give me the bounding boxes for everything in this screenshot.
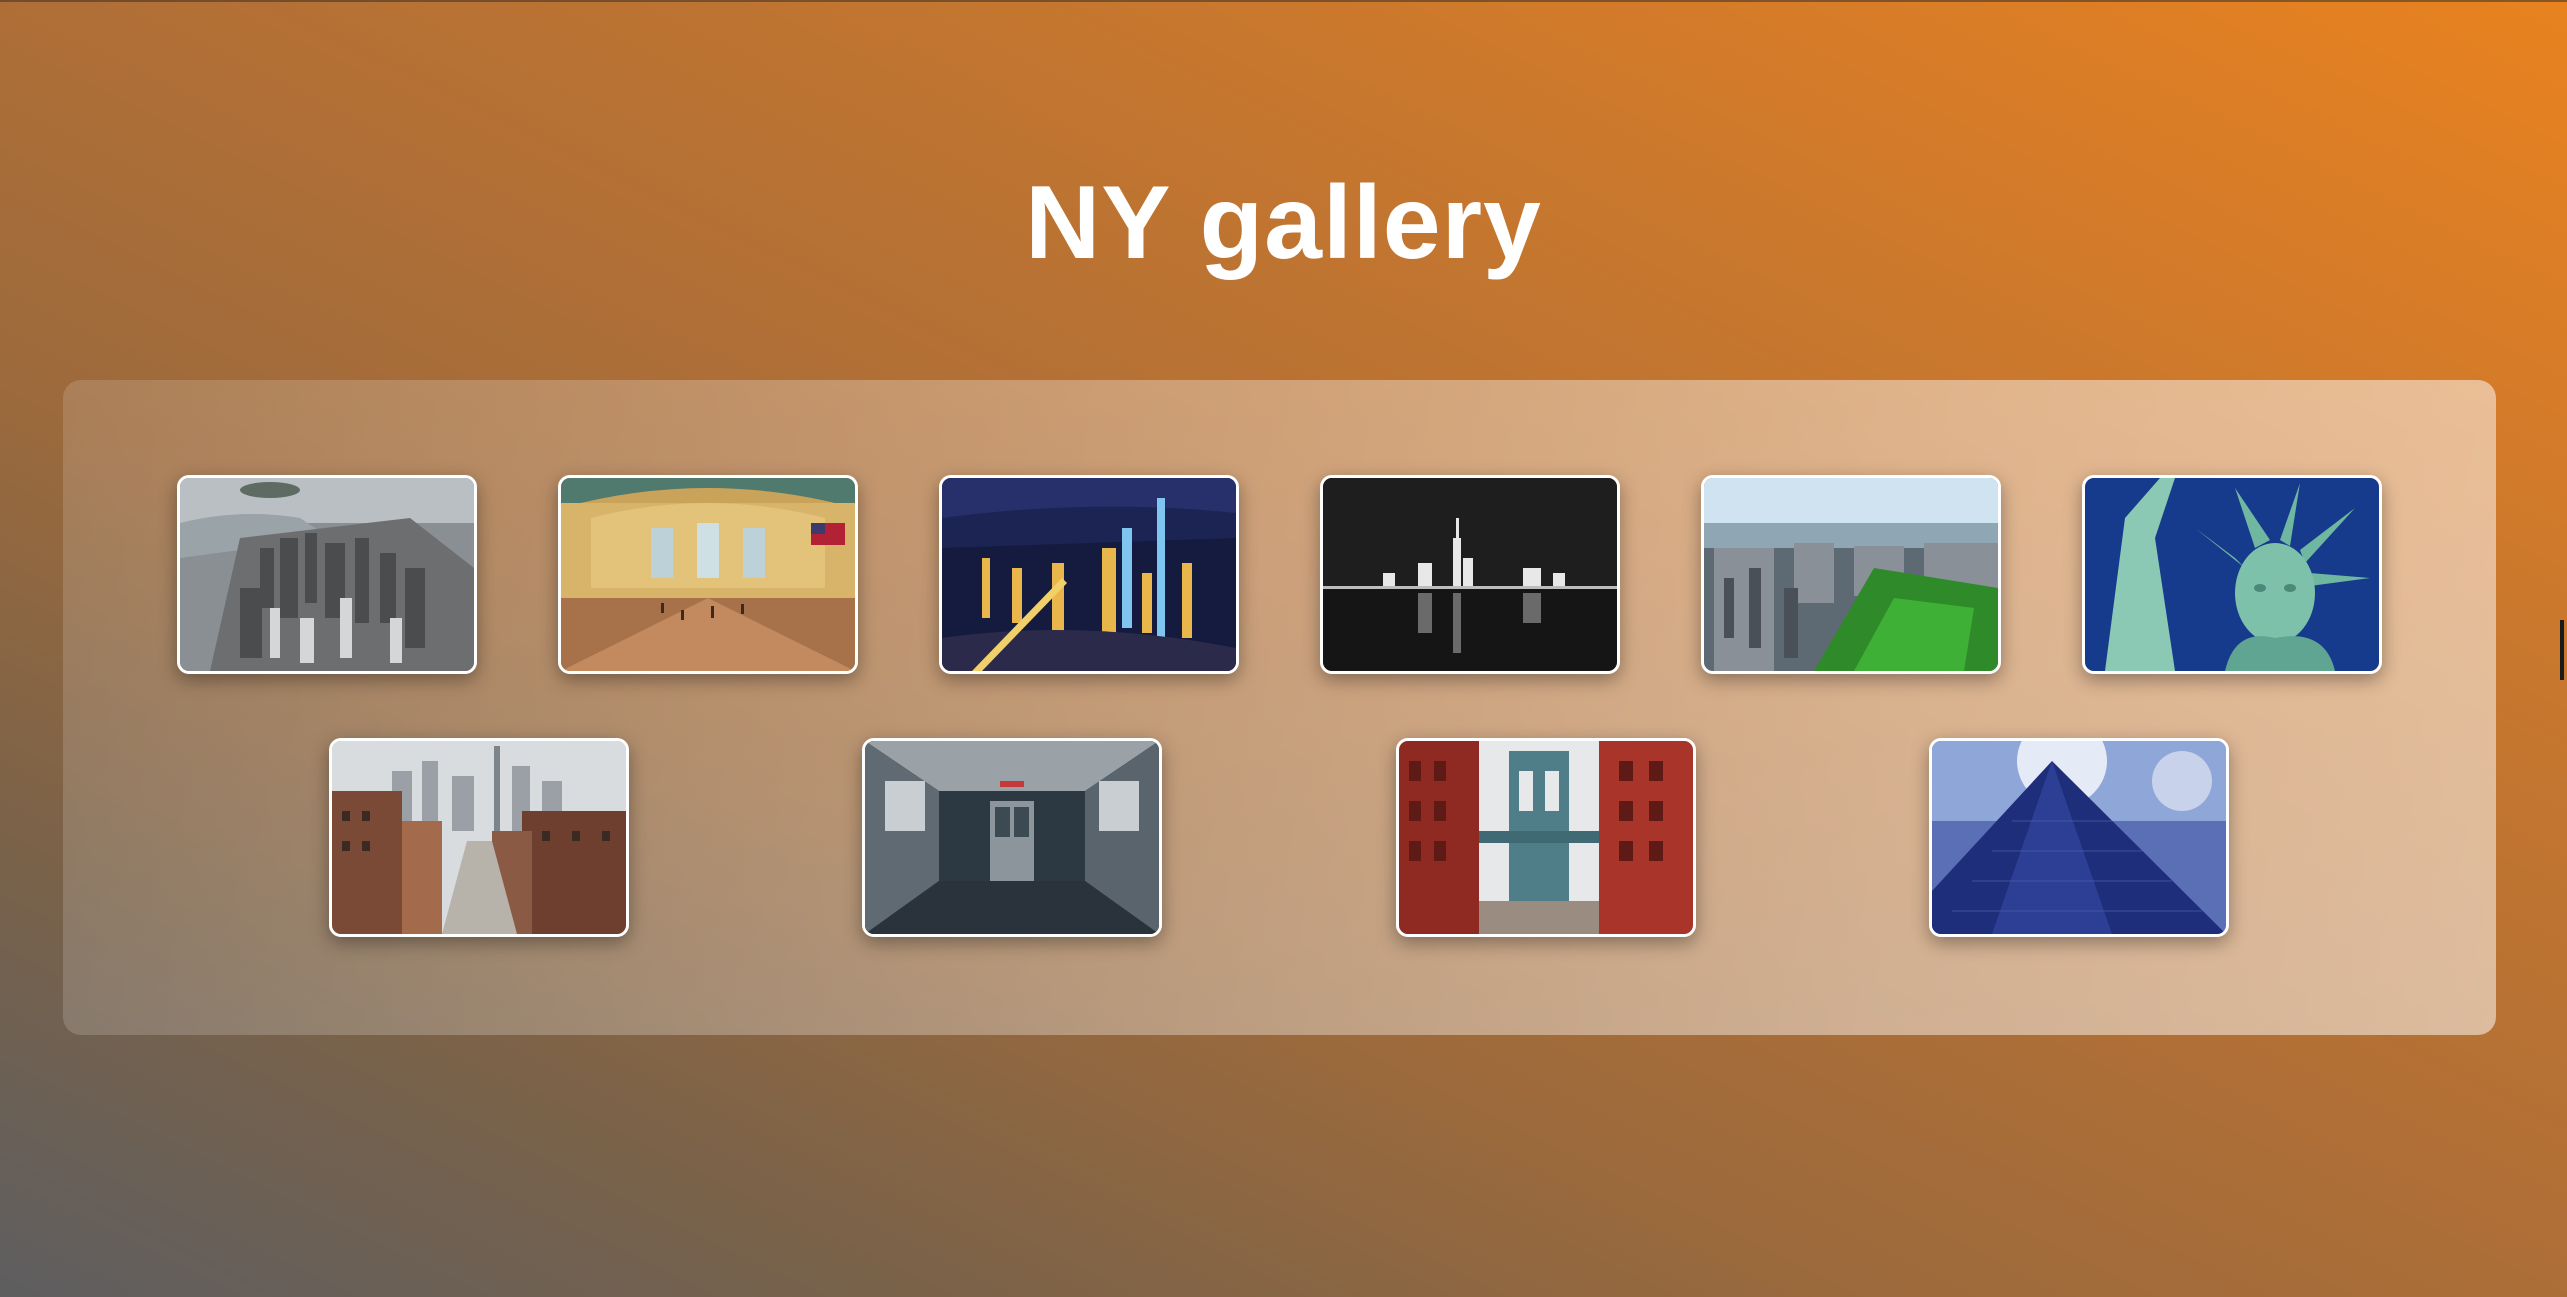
- gallery-photo-manhattan-street[interactable]: [329, 738, 629, 937]
- black-white-skyline-image: [1323, 478, 1617, 671]
- gallery-photo-bw-skyline[interactable]: [1320, 475, 1620, 674]
- gallery-photo-subway[interactable]: [862, 738, 1162, 937]
- edge-marker: [2560, 620, 2564, 680]
- gallery-photo-grand-central[interactable]: [558, 475, 858, 674]
- gallery-photo-night-city[interactable]: [939, 475, 1239, 674]
- glass-skyscraper-image: [1932, 741, 2226, 934]
- manhattan-bridge-image: [1399, 741, 1693, 934]
- central-park-aerial-image: [1704, 478, 1998, 671]
- gallery-photo-statue-of-liberty[interactable]: [2082, 475, 2382, 674]
- subway-car-interior-image: [865, 741, 1159, 934]
- gallery-photo-manhattan-bridge[interactable]: [1396, 738, 1696, 937]
- gallery-photo-central-park[interactable]: [1701, 475, 2001, 674]
- aerial-manhattan-image: [180, 478, 474, 671]
- top-border: [0, 0, 2567, 2]
- gallery-photo-glass-skyscraper[interactable]: [1929, 738, 2229, 937]
- gallery-photo-aerial-manhattan[interactable]: [177, 475, 477, 674]
- night-city-aerial-image: [942, 478, 1236, 671]
- statue-of-liberty-image: [2085, 478, 2379, 671]
- grand-central-terminal-image: [561, 478, 855, 671]
- manhattan-street-image: [332, 741, 626, 934]
- page-title: NY gallery: [1025, 165, 1542, 281]
